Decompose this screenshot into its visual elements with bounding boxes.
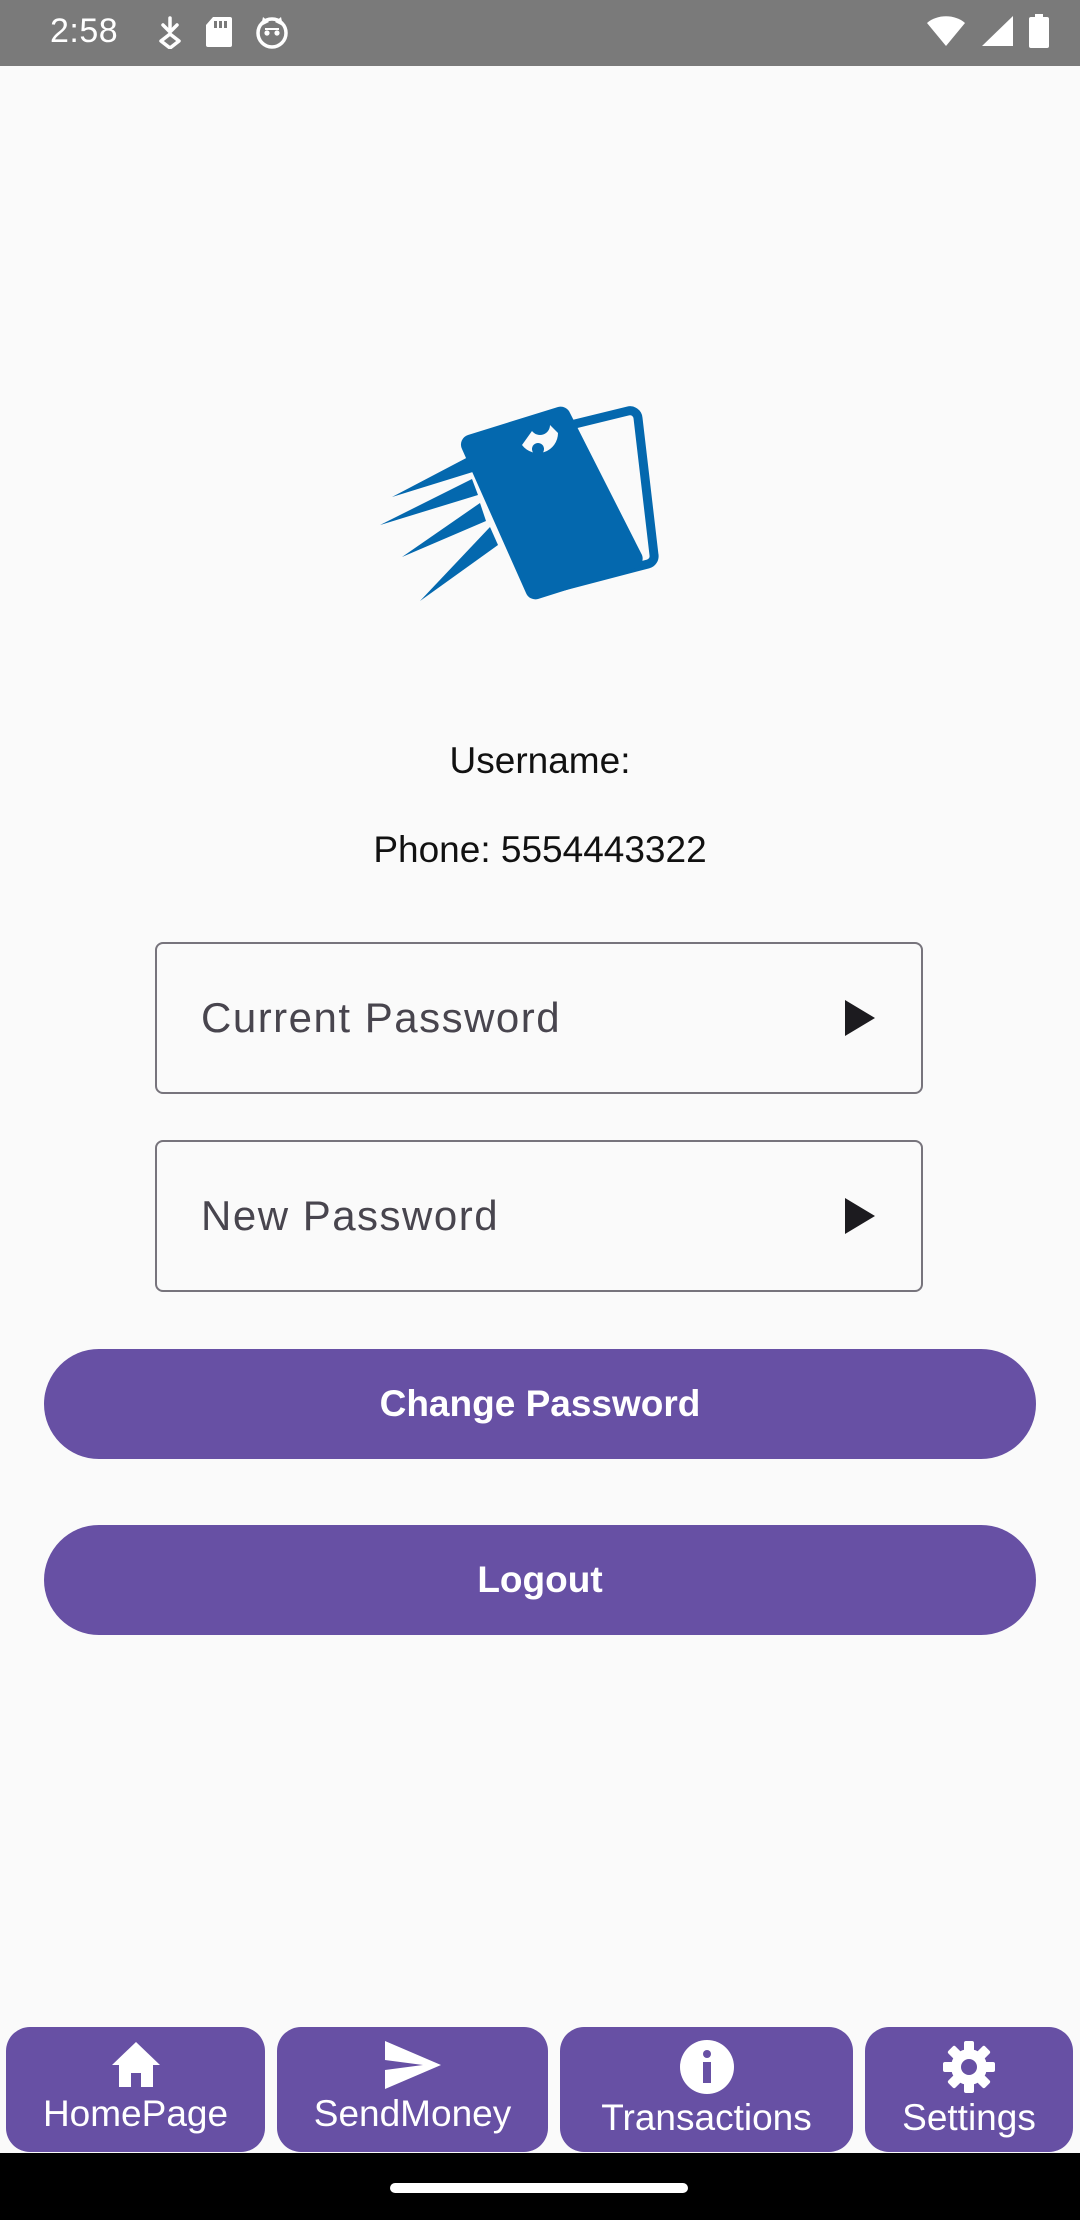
nav-tab-transactions[interactable]: Transactions — [560, 2027, 853, 2152]
home-gesture-handle[interactable] — [390, 2183, 688, 2193]
wallet-logo-icon — [380, 405, 660, 615]
nav-label-settings: Settings — [902, 2097, 1036, 2138]
new-password-field[interactable]: New Password — [155, 1140, 923, 1292]
current-password-field[interactable]: Current Password — [155, 942, 923, 1094]
status-time: 2:58 — [50, 12, 119, 50]
signal-icon — [980, 15, 1014, 47]
info-icon — [679, 2039, 735, 2095]
status-bar: 2:58 — [0, 0, 1080, 66]
status-left-icons — [156, 14, 290, 50]
play-arrow-icon[interactable] — [843, 1196, 877, 1236]
play-arrow-icon[interactable] — [843, 998, 877, 1038]
home-icon — [108, 2039, 164, 2091]
new-password-placeholder: New Password — [201, 1192, 500, 1239]
send-icon — [383, 2039, 443, 2091]
cat-icon — [254, 14, 290, 50]
phone-label: Phone: 5554443322 — [373, 829, 707, 870]
nav-tab-settings[interactable]: Settings — [865, 2027, 1073, 2152]
wifi-icon — [926, 15, 966, 47]
current-password-placeholder: Current Password — [201, 994, 562, 1041]
change-password-button[interactable]: Change Password — [44, 1349, 1036, 1459]
username-label: Username: — [449, 740, 631, 781]
status-right-icons — [926, 14, 1050, 48]
sd-card-icon — [204, 15, 234, 49]
nav-label-transactions: Transactions — [601, 2097, 812, 2138]
gear-icon — [941, 2039, 997, 2095]
nav-tab-sendmoney[interactable]: SendMoney — [277, 2027, 548, 2152]
nav-tab-homepage[interactable]: HomePage — [6, 2027, 265, 2152]
logout-button[interactable]: Logout — [44, 1525, 1036, 1635]
nav-label-homepage: HomePage — [42, 2093, 229, 2134]
gesture-nav-bar — [0, 2153, 1080, 2220]
nav-label-sendmoney: SendMoney — [313, 2093, 512, 2134]
battery-icon — [1028, 14, 1050, 48]
download-icon — [156, 15, 184, 49]
